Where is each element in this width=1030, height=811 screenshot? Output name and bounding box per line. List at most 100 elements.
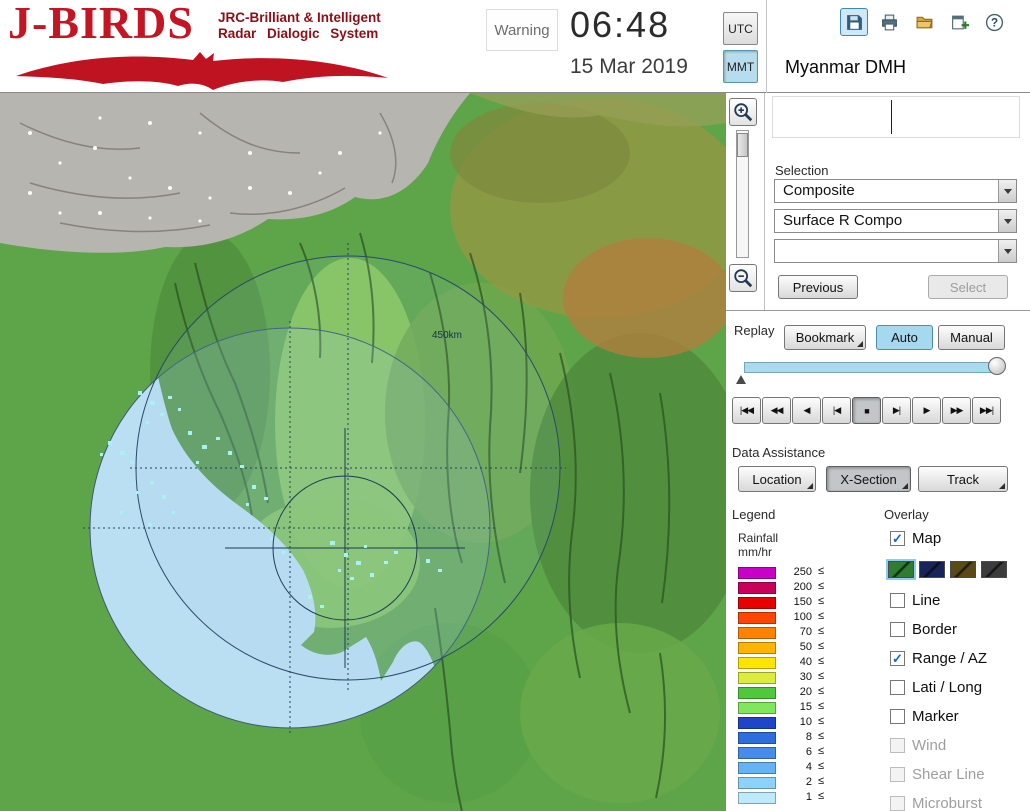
- legend-color-swatch: [738, 762, 776, 774]
- select-button[interactable]: Select: [928, 275, 1008, 299]
- legend-row: 4≤: [738, 761, 868, 776]
- microburst-overlay-label: Microburst: [912, 795, 982, 811]
- replay-slider-handle[interactable]: [988, 357, 1006, 375]
- track-button-label: Track: [947, 472, 979, 487]
- option-dropdown[interactable]: [774, 239, 1017, 263]
- legend-color-swatch: [738, 672, 776, 684]
- playback-play-backward-button[interactable]: ◀: [792, 397, 821, 424]
- location-button-label: Location: [752, 472, 801, 487]
- replay-and-overlay-panel: Replay Bookmark Auto Manual |◀◀ ◀◀ ◀ |◀ …: [726, 311, 1030, 811]
- help-button[interactable]: ?: [980, 8, 1008, 36]
- legend-row: 20≤: [738, 686, 868, 701]
- replay-label: Replay: [734, 323, 774, 338]
- xsection-button[interactable]: X-Section: [826, 466, 911, 492]
- playback-step-forward-button[interactable]: ▶|: [882, 397, 911, 424]
- legend-color-swatch: [738, 597, 776, 609]
- legend-color-swatch: [738, 642, 776, 654]
- mmt-toggle-button[interactable]: MMT: [723, 50, 758, 83]
- legend-label: Legend: [732, 507, 775, 522]
- zoom-in-magnifier-icon: [732, 101, 754, 123]
- previous-button[interactable]: Previous: [778, 275, 858, 299]
- composite-dropdown[interactable]: Composite: [774, 179, 1017, 203]
- radar-map-image: 450km: [0, 93, 726, 811]
- auto-mode-button[interactable]: Auto: [876, 325, 933, 350]
- dropdown-arrow-button[interactable]: [998, 210, 1016, 232]
- replay-timeline-slider[interactable]: [744, 362, 1000, 373]
- legend-row: 40≤: [738, 656, 868, 671]
- utc-label: UTC: [728, 22, 753, 36]
- legend-color-swatch: [738, 582, 776, 594]
- chevron-down-icon: [1004, 249, 1012, 254]
- microburst-checkbox: [890, 796, 905, 811]
- zoom-slider-track[interactable]: [736, 130, 749, 258]
- shear-line-checkbox: [890, 767, 905, 782]
- legend-color-swatch: [738, 777, 776, 789]
- legend-row: 200≤: [738, 581, 868, 596]
- legend-color-swatch: [738, 627, 776, 639]
- range-distance-label: 450km: [432, 330, 462, 341]
- shear-line-overlay-label: Shear Line: [912, 766, 985, 783]
- bookmark-button[interactable]: Bookmark: [784, 325, 866, 350]
- add-window-icon: [950, 13, 969, 32]
- zoom-out-magnifier-icon: [732, 267, 754, 289]
- warning-status[interactable]: Warning: [486, 9, 558, 51]
- add-window-button[interactable]: [945, 8, 973, 36]
- right-panel: Selection Composite Surface R Compo Prev…: [726, 93, 1030, 811]
- radar-map-view[interactable]: 450km: [0, 93, 726, 811]
- station-list-box[interactable]: [772, 96, 1020, 138]
- legend-color-swatch: [738, 717, 776, 729]
- legend-row: 70≤: [738, 626, 868, 641]
- legend-row: 30≤: [738, 671, 868, 686]
- playback-fast-rewind-button[interactable]: ◀◀: [762, 397, 791, 424]
- marker-overlay-label: Marker: [912, 708, 959, 725]
- playback-stop-button[interactable]: ■: [852, 397, 881, 424]
- legend-row: 8≤: [738, 731, 868, 746]
- open-file-button[interactable]: [910, 8, 938, 36]
- legend-row: 15≤: [738, 701, 868, 716]
- legend-unit-line1: Rainfall: [738, 531, 778, 545]
- playback-fast-forward-button[interactable]: ▶▶: [942, 397, 971, 424]
- legend-color-swatch: [738, 687, 776, 699]
- clock-time: 06:48: [570, 4, 670, 46]
- app-logo-title: J-BIRDS: [8, 0, 194, 49]
- zoom-slider-handle[interactable]: [737, 133, 748, 157]
- map-overlay-label: Map: [912, 530, 941, 547]
- map-color-option-gray[interactable]: [981, 561, 1007, 578]
- lati-long-checkbox[interactable]: [890, 680, 905, 695]
- save-button[interactable]: [840, 8, 868, 36]
- marker-checkbox[interactable]: [890, 709, 905, 724]
- legend-row: 100≤: [738, 611, 868, 626]
- dropdown-arrow-button[interactable]: [998, 180, 1016, 202]
- playback-forward-to-end-button[interactable]: ▶▶|: [972, 397, 1001, 424]
- map-color-option-navy[interactable]: [919, 561, 945, 578]
- playback-step-back-button[interactable]: |◀: [822, 397, 851, 424]
- legend-row: 6≤: [738, 746, 868, 761]
- legend-row: 2≤: [738, 776, 868, 791]
- wind-overlay-label: Wind: [912, 737, 946, 754]
- map-color-option-green[interactable]: [888, 561, 914, 578]
- track-button[interactable]: Track: [918, 466, 1008, 492]
- location-button[interactable]: Location: [738, 466, 816, 492]
- print-button[interactable]: [875, 8, 903, 36]
- legend-row: 250≤: [738, 566, 868, 581]
- range-az-checkbox[interactable]: ✓: [890, 651, 905, 666]
- map-color-option-olive[interactable]: [950, 561, 976, 578]
- zoom-out-button[interactable]: [729, 264, 757, 292]
- lati-long-overlay-label: Lati / Long: [912, 679, 982, 696]
- save-icon: [845, 13, 864, 32]
- manual-button-label: Manual: [950, 330, 993, 345]
- line-overlay-label: Line: [912, 592, 940, 609]
- option-dropdown-value: [775, 240, 998, 262]
- wind-checkbox: [890, 738, 905, 753]
- warning-label: Warning: [494, 22, 549, 39]
- zoom-in-button[interactable]: [729, 98, 757, 126]
- playback-play-button[interactable]: ▶: [912, 397, 941, 424]
- utc-toggle-button[interactable]: UTC: [723, 12, 758, 45]
- manual-mode-button[interactable]: Manual: [938, 325, 1005, 350]
- border-checkbox[interactable]: [890, 622, 905, 637]
- dropdown-arrow-button[interactable]: [998, 240, 1016, 262]
- map-checkbox[interactable]: ✓: [890, 531, 905, 546]
- playback-rewind-to-start-button[interactable]: |◀◀: [732, 397, 761, 424]
- product-dropdown[interactable]: Surface R Compo: [774, 209, 1017, 233]
- line-checkbox[interactable]: [890, 593, 905, 608]
